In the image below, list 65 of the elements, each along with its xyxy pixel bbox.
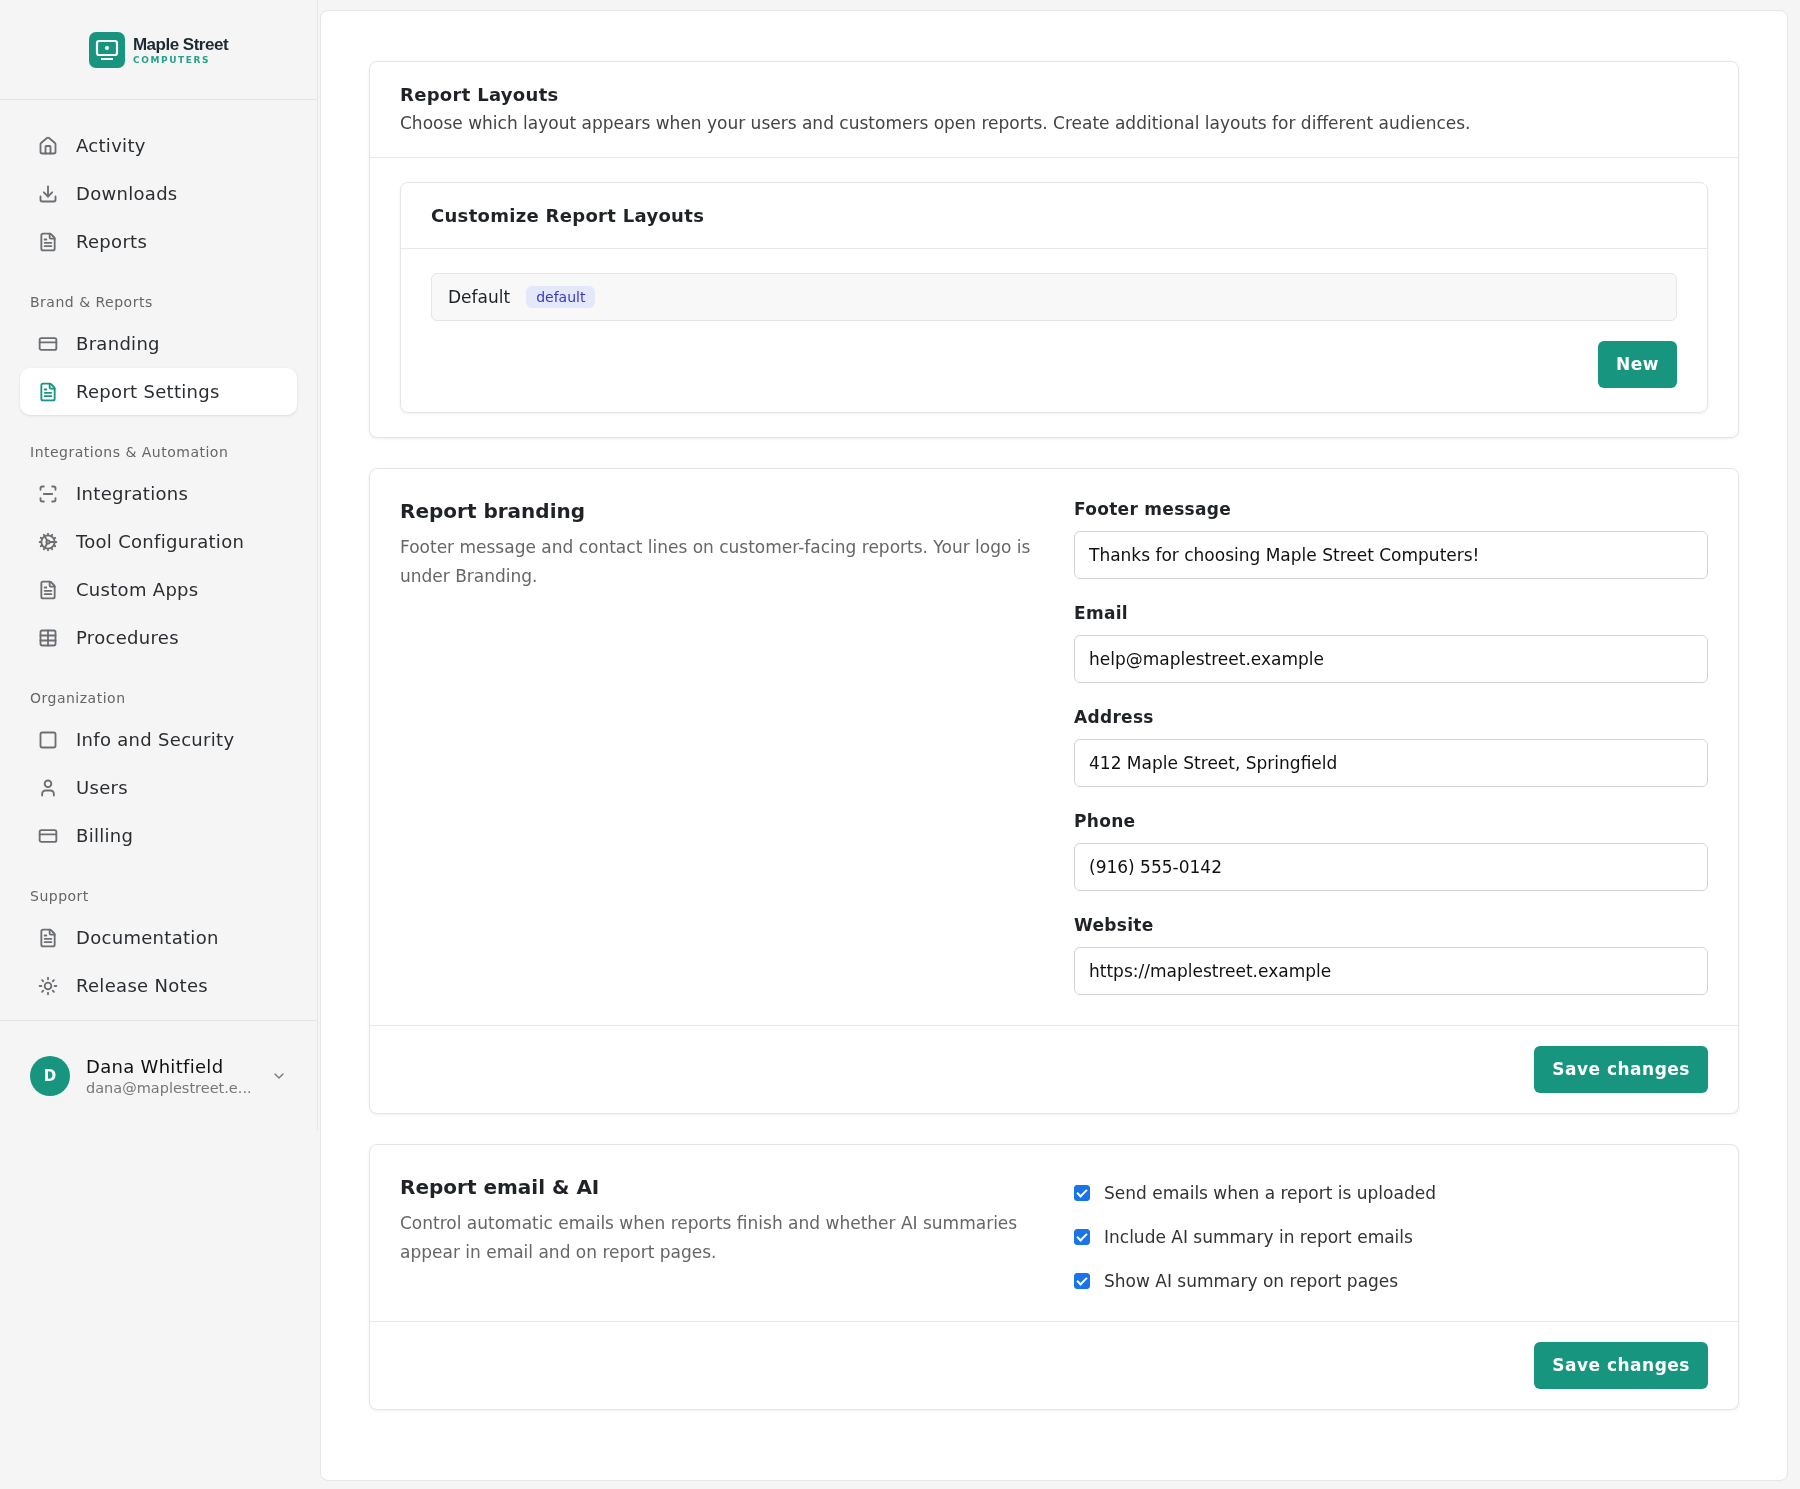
user-icon — [38, 777, 58, 798]
nav-item[interactable]: Downloads — [20, 170, 297, 217]
nav-item[interactable]: Branding — [20, 320, 297, 367]
nav-item[interactable]: Custom Apps — [20, 566, 297, 613]
document-icon — [38, 381, 58, 402]
card-title: Report Layouts — [400, 84, 560, 105]
checkbox-label: Send emails when a report is uploaded — [1104, 1182, 1436, 1203]
section-description: Control automatic emails when reports finish and whether AI summaries appear in email and on report pages. — [400, 1211, 1019, 1265]
nav-item[interactable]: Release Notes — [20, 962, 297, 1009]
default-badge: default — [526, 285, 596, 308]
download-icon — [38, 183, 58, 204]
nav-item[interactable]: Documentation — [20, 914, 297, 961]
brand-name: Maple Street — [132, 34, 229, 55]
nav-item[interactable]: Activity — [20, 122, 297, 169]
save-button[interactable]: Save changes — [1534, 1045, 1708, 1093]
nav-item[interactable]: Info and Security — [20, 716, 297, 763]
square-icon — [38, 729, 58, 750]
save-button[interactable]: Save changes — [1534, 1341, 1708, 1389]
nav-item[interactable]: Procedures — [20, 614, 297, 661]
gear-icon — [38, 531, 58, 552]
field-label: Footer message — [1074, 498, 1233, 519]
new-button[interactable]: New — [1598, 340, 1677, 388]
panel-title: Customize Report Layouts — [431, 204, 705, 226]
brand-tagline: COMPUTERS — [132, 54, 212, 65]
checkbox-label: Show AI summary on report pages — [1104, 1270, 1399, 1291]
nav-item[interactable]: Billing — [20, 812, 297, 859]
text-field[interactable]: (916) 555-0142 — [1074, 842, 1708, 891]
checkbox[interactable] — [1074, 1228, 1090, 1245]
text-field[interactable]: https://maplestreet.example — [1074, 946, 1708, 995]
checkbox-label: Include AI summary in report emails — [1104, 1226, 1413, 1247]
checkbox[interactable] — [1074, 1184, 1090, 1201]
section-title: Brand & Reports — [29, 293, 154, 312]
field-label: Address — [1074, 706, 1155, 727]
section-heading: Report branding — [400, 498, 587, 523]
user-email: dana@maplestreet.e... — [86, 1079, 253, 1096]
nav-item[interactable]: Users — [20, 764, 297, 811]
document-icon — [38, 231, 58, 252]
nav-item[interactable]: Integrations — [20, 470, 297, 517]
avatar: D — [30, 1055, 70, 1096]
field-label: Website — [1074, 914, 1155, 935]
text-field[interactable]: 412 Maple Street, Springfield — [1074, 738, 1708, 787]
section-title: Organization — [29, 689, 127, 708]
section-heading: Report email & AI — [400, 1174, 601, 1199]
scan-icon — [38, 483, 58, 504]
field-label: Email — [1074, 602, 1129, 623]
layout-name: Default — [448, 286, 511, 307]
layout-row[interactable]: Default default — [431, 272, 1677, 321]
document-icon — [38, 927, 58, 948]
nav-item[interactable]: Tool Configuration — [20, 518, 297, 565]
section-description: Footer message and contact lines on customer-facing reports. Your logo is under Branding. — [400, 535, 1032, 589]
text-field[interactable]: help@maplestreet.example — [1074, 634, 1708, 683]
section-title: Support — [29, 887, 90, 906]
user-name: Dana Whitfield — [86, 1055, 225, 1077]
home-icon — [38, 135, 58, 156]
logo-icon — [88, 31, 125, 68]
document-icon — [38, 579, 58, 600]
checkbox[interactable] — [1074, 1272, 1090, 1289]
nav-item[interactable]: Reports — [20, 218, 297, 265]
nav-item[interactable]: Report Settings — [20, 368, 297, 415]
field-label: Phone — [1074, 810, 1137, 831]
section-title: Integrations & Automation — [29, 443, 230, 462]
sun-icon — [38, 975, 58, 996]
card-description: Choose which layout appears when your users and customers open reports. Create additional layouts for different audiences. — [400, 112, 1472, 135]
text-field[interactable]: Thanks for choosing Maple Street Computers! — [1074, 530, 1708, 579]
table-icon — [38, 627, 58, 648]
